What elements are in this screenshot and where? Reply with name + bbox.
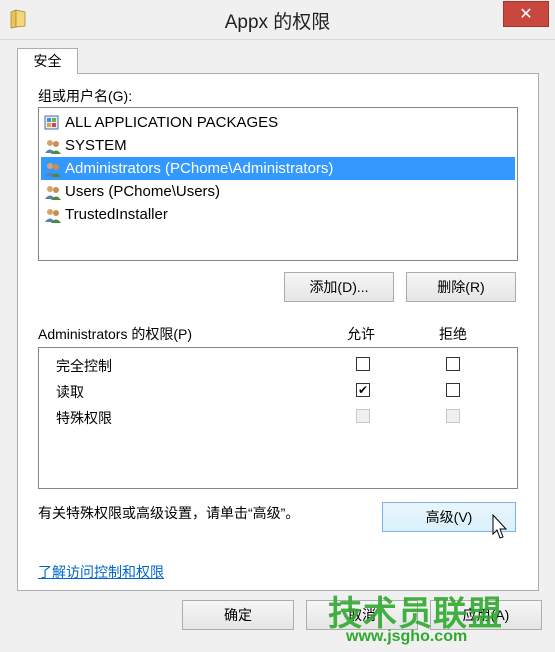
list-item[interactable]: Users (PChome\Users): [41, 180, 220, 203]
remove-button[interactable]: 删除(R): [406, 272, 516, 302]
list-item[interactable]: TrustedInstaller: [41, 203, 168, 226]
checkmark-icon: ✔: [357, 383, 369, 397]
users-icon: [45, 208, 61, 223]
allow-full-control-checkbox[interactable]: [356, 357, 370, 371]
ok-button[interactable]: 确定: [182, 600, 294, 630]
groups-label: 组或用户名(G):: [38, 88, 133, 104]
list-item[interactable]: SYSTEM: [41, 134, 127, 157]
deny-column-header: 拒绝: [439, 326, 467, 342]
group-name: Users (PChome\Users): [65, 183, 221, 200]
deny-read-checkbox[interactable]: [446, 383, 460, 397]
list-item[interactable]: Administrators (PChome\Administrators): [41, 157, 515, 180]
permissions-header: Administrators 的权限(P): [38, 326, 193, 342]
tab-security[interactable]: 安全: [17, 48, 78, 74]
users-icon: [45, 185, 61, 200]
deny-special-checkbox: [446, 409, 460, 423]
help-link[interactable]: 了解访问控制和权限: [38, 562, 164, 582]
allow-read-checkbox[interactable]: ✔: [356, 383, 370, 397]
package-group-icon: [44, 115, 59, 129]
group-name: Administrators (PChome\Administrators): [65, 160, 334, 177]
group-name: SYSTEM: [65, 137, 127, 154]
deny-full-control-checkbox[interactable]: [446, 357, 460, 371]
permission-name: 特殊权限: [56, 410, 112, 426]
group-name: TrustedInstaller: [65, 206, 168, 223]
users-icon: [45, 139, 61, 154]
group-name: ALL APPLICATION PACKAGES: [65, 114, 279, 131]
watermark-url: www.jsgho.com: [346, 628, 468, 645]
users-icon: [45, 162, 61, 177]
add-button[interactable]: 添加(D)...: [284, 272, 394, 302]
list-item[interactable]: ALL APPLICATION PACKAGES: [41, 111, 278, 134]
allow-special-checkbox: [356, 409, 370, 423]
mouse-cursor-icon: [492, 514, 508, 539]
allow-column-header: 允许: [347, 326, 375, 342]
close-button[interactable]: ✕: [503, 1, 549, 27]
close-icon: ✕: [519, 6, 533, 23]
advanced-hint: 有关特殊权限或高级设置，请单击“高级”。: [38, 505, 300, 521]
permission-name: 完全控制: [56, 358, 112, 374]
groups-listbox[interactable]: ALL APPLICATION PACKAGES SYSTEM Administ…: [38, 107, 518, 261]
permission-name: 读取: [56, 384, 84, 400]
title-bar: Appx 的权限 ✕: [0, 0, 555, 40]
window-title: Appx 的权限: [224, 12, 331, 33]
